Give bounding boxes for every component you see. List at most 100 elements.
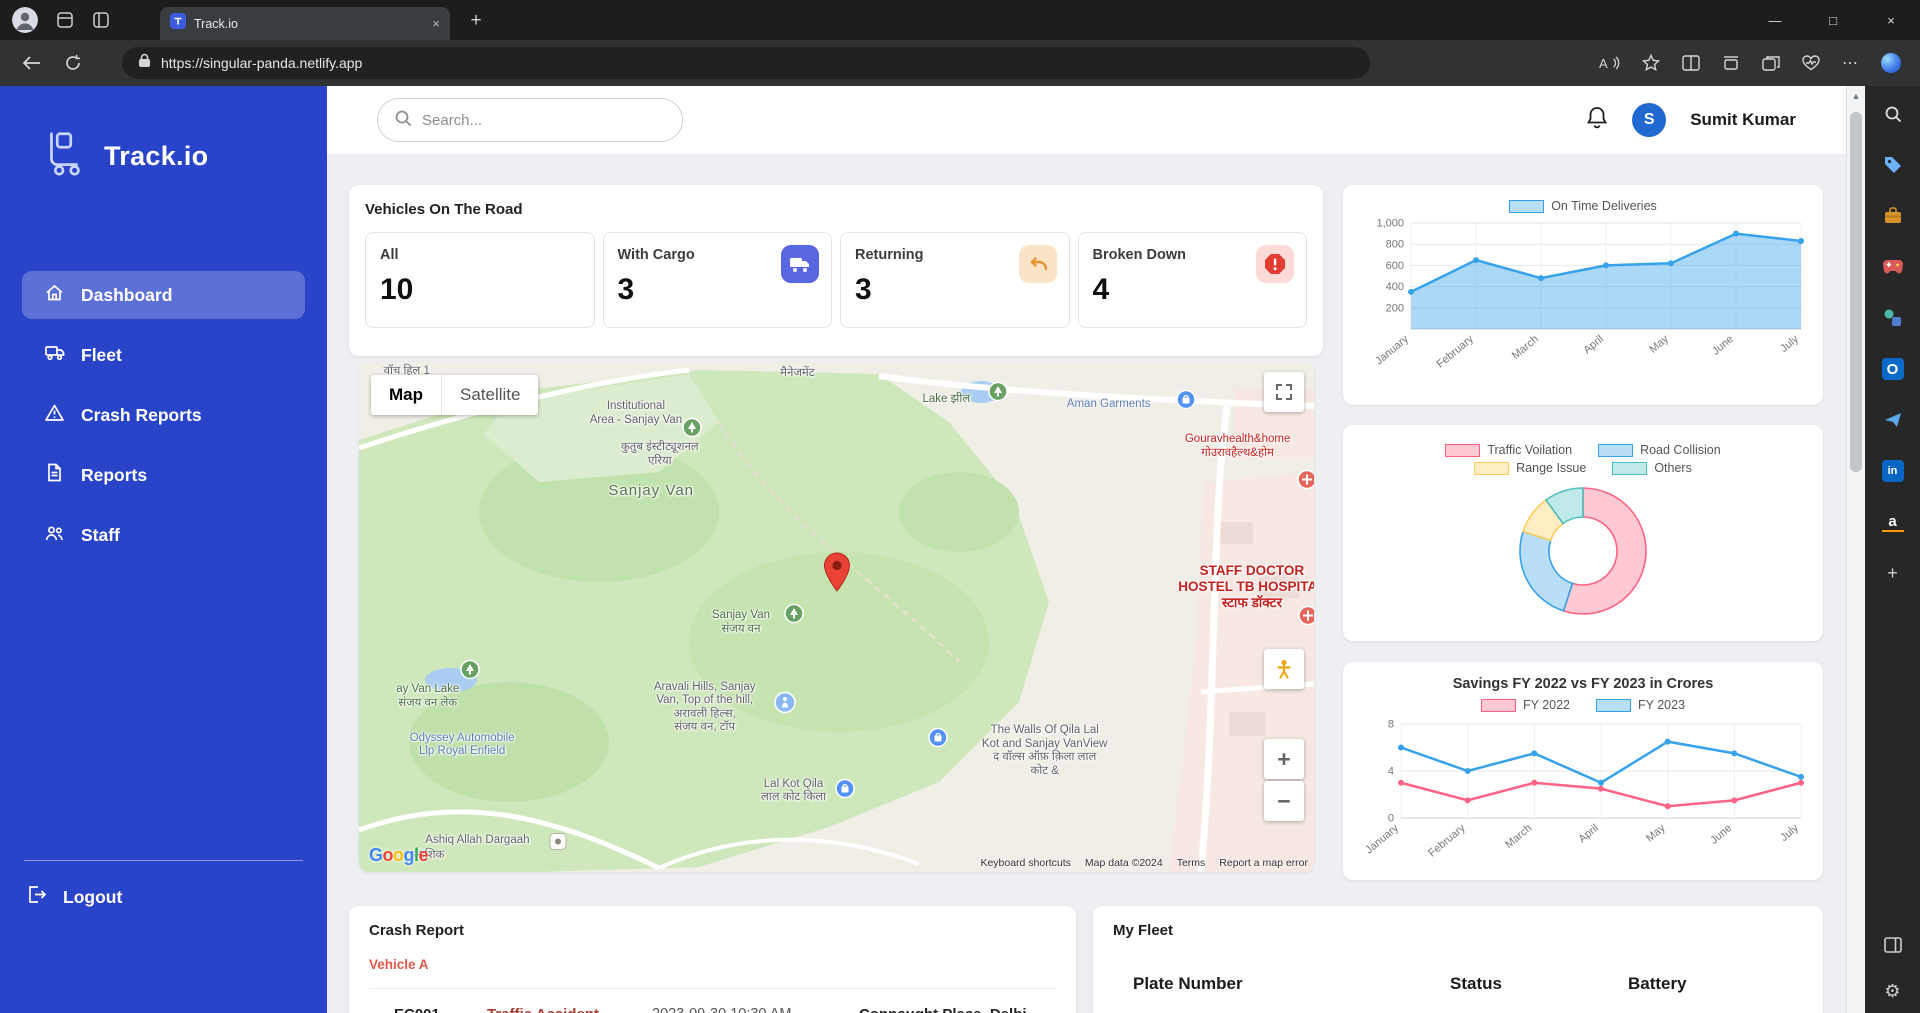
crash-type: Traffic Accident — [487, 1006, 599, 1013]
page-scrollbar[interactable]: ▲ — [1846, 86, 1865, 1013]
minimize-button[interactable]: — — [1746, 0, 1804, 40]
fleet-col-status: Status — [1450, 974, 1502, 993]
logo-text: Track.io — [104, 141, 209, 171]
refresh-icon[interactable] — [64, 54, 82, 72]
stat-returning[interactable]: Returning 3 — [840, 232, 1070, 328]
edge-sidebar-outlook-icon[interactable]: O — [1881, 357, 1905, 381]
svg-text:May: May — [1647, 333, 1671, 356]
legend-item[interactable]: Others — [1612, 461, 1692, 475]
stat-with-cargo[interactable]: With Cargo 3 — [602, 232, 832, 328]
fullscreen-button[interactable] — [1264, 372, 1304, 412]
map[interactable]: वॉच हिल 1 Institutional Area - Sanjay Van क… — [359, 362, 1314, 872]
crash-id: EC001 — [394, 1006, 440, 1013]
bell-icon[interactable] — [1586, 106, 1608, 135]
sidebar-item-fleet[interactable]: Fleet — [22, 331, 305, 379]
hospital-marker-2[interactable] — [1298, 605, 1314, 631]
legend-item[interactable]: FY 2023 — [1596, 698, 1685, 712]
close-button[interactable]: × — [1862, 0, 1920, 40]
sidebar-footer: Logout — [24, 860, 303, 921]
legend-item[interactable]: Traffic Voilation — [1445, 443, 1572, 457]
user-avatar[interactable]: S — [1632, 103, 1667, 137]
terms-link[interactable]: Terms — [1177, 857, 1206, 869]
lake-park-marker[interactable] — [988, 381, 1008, 406]
institutional-park-marker[interactable] — [682, 418, 703, 443]
workspaces-icon[interactable] — [56, 11, 74, 29]
edge-sidebar-search-icon[interactable] — [1881, 102, 1905, 126]
sidebar-item-staff[interactable]: Staff — [22, 511, 305, 559]
new-tab-button[interactable]: + — [462, 8, 490, 34]
edge-sidebar-settings-icon[interactable]: ⚙ — [1881, 979, 1905, 1003]
on-time-deliveries-card: On Time Deliveries 1,000 800 600 400 200 Janu… — [1343, 185, 1823, 405]
legend-item[interactable]: FY 2022 — [1480, 698, 1570, 712]
maximize-button[interactable]: □ — [1804, 0, 1862, 40]
edge-sidebar-linkedin-icon[interactable]: in — [1881, 459, 1905, 483]
vehicles-on-road-card: Vehicles On The Road All 10 With Cargo 3 — [349, 185, 1323, 356]
svg-text:February: February — [1434, 333, 1476, 371]
search-input[interactable] — [422, 111, 652, 129]
svg-text:8: 8 — [1388, 719, 1394, 731]
aman-garments-marker[interactable] — [1176, 390, 1196, 415]
back-icon[interactable] — [22, 55, 42, 71]
zoom-in-button[interactable]: + — [1264, 739, 1304, 779]
navbar-icons: A ⋯ — [1599, 40, 1920, 86]
on-time-deliveries-legend: On Time Deliveries — [1359, 199, 1807, 213]
map-type-map-button[interactable]: Map — [371, 375, 441, 415]
legend-swatch — [1612, 461, 1648, 475]
edge-sidebar-panel-icon[interactable] — [1881, 933, 1905, 957]
pegman-control[interactable] — [1264, 649, 1304, 689]
browser-tab[interactable]: Track.io × — [160, 7, 450, 40]
stat-all[interactable]: All 10 — [365, 232, 595, 328]
edge-sidebar-apps-icon[interactable] — [1881, 306, 1905, 330]
stat-broken-down[interactable]: Broken Down 4 — [1077, 232, 1307, 328]
browser-profile-icon[interactable] — [12, 7, 38, 33]
keyboard-shortcuts-link[interactable]: Keyboard shortcuts — [980, 857, 1070, 869]
legend-item[interactable]: Road Collision — [1598, 443, 1721, 457]
copilot-icon[interactable] — [1880, 52, 1902, 74]
edge-sidebar-amazon-icon[interactable]: a — [1881, 510, 1905, 534]
sanjay-van-marker[interactable] — [783, 603, 804, 628]
edge-sidebar-add-icon[interactable]: + — [1881, 561, 1905, 585]
scrollbar-thumb[interactable] — [1850, 112, 1862, 472]
sidebar-item-dashboard[interactable]: Dashboard — [22, 271, 305, 319]
dargaah-marker[interactable] — [549, 833, 567, 856]
hospital-marker-1[interactable] — [1297, 469, 1314, 494]
sidebar-item-crash-reports[interactable]: Crash Reports — [22, 391, 305, 439]
legend-swatch — [1474, 461, 1510, 475]
browser-essentials-icon[interactable] — [1802, 55, 1820, 71]
report-map-error-link[interactable]: Report a map error — [1219, 857, 1308, 869]
savings-card: Savings FY 2022 vs FY 2023 in Crores FY … — [1343, 662, 1823, 880]
legend-item[interactable]: Range Issue — [1474, 461, 1586, 475]
map-type-satellite-button[interactable]: Satellite — [441, 375, 538, 415]
split-screen-icon[interactable] — [1682, 55, 1700, 71]
favorites-star-icon[interactable] — [1642, 54, 1660, 72]
legend-item[interactable]: On Time Deliveries — [1509, 199, 1657, 213]
van-lake-marker[interactable] — [460, 659, 480, 684]
edge-sidebar-toolbox-icon[interactable] — [1881, 204, 1905, 228]
favorites-bar-icon[interactable] — [1722, 55, 1740, 71]
read-aloud-icon[interactable]: A — [1599, 55, 1620, 71]
lock-icon — [138, 53, 151, 73]
main-location-pin[interactable] — [823, 552, 850, 597]
walls-qila-marker[interactable] — [927, 728, 948, 753]
zoom-out-button[interactable]: − — [1264, 781, 1304, 821]
svg-text:January: January — [1363, 822, 1401, 857]
vertical-tabs-icon[interactable] — [92, 11, 110, 29]
sidebar-item-reports[interactable]: Reports — [22, 451, 305, 499]
lal-kot-qila-marker[interactable] — [835, 779, 855, 804]
tab-close-icon[interactable]: × — [432, 16, 440, 31]
logout-button[interactable]: Logout — [24, 873, 303, 921]
search-box[interactable] — [377, 98, 683, 142]
collections-icon[interactable] — [1762, 55, 1780, 71]
more-menu-icon[interactable]: ⋯ — [1842, 53, 1858, 73]
edge-sidebar-games-icon[interactable] — [1881, 255, 1905, 279]
aravali-hills-marker[interactable] — [774, 691, 796, 718]
edge-sidebar-send-icon[interactable] — [1881, 408, 1905, 432]
google-logo[interactable]: Google — [369, 845, 429, 866]
edge-sidebar-shopping-icon[interactable] — [1881, 153, 1905, 177]
warning-icon — [44, 403, 65, 427]
legend-label: Range Issue — [1516, 461, 1587, 475]
logout-label: Logout — [63, 886, 123, 907]
scrollbar-up-ar[interactable]: ▲ — [1847, 86, 1865, 101]
svg-text:July: July — [1778, 822, 1801, 844]
address-bar[interactable]: https://singular-panda.netlify.app — [122, 47, 1370, 79]
